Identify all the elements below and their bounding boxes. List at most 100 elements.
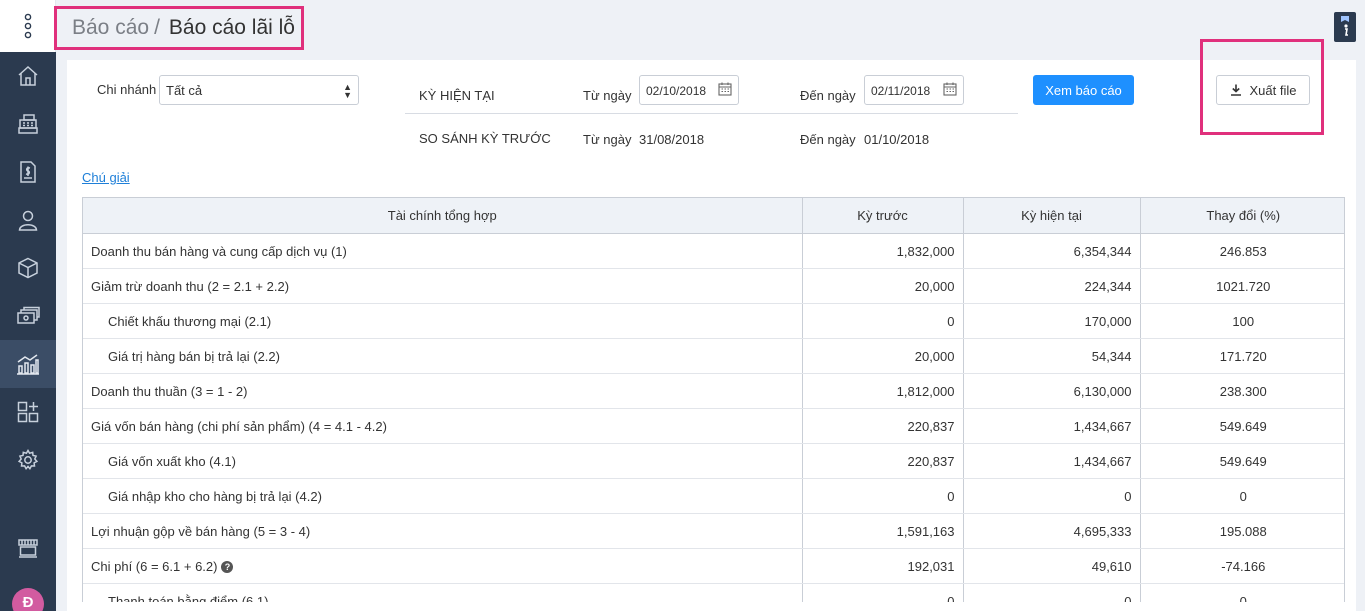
table-row: Giá nhập kho cho hàng bị trả lại (4.2) 0… <box>83 478 1344 514</box>
nav-apps[interactable] <box>0 388 56 436</box>
table-row: Giá vốn bán hàng (chi phí sản phẩm) (4 =… <box>83 408 1344 444</box>
current-to-label: Đến ngày <box>800 88 856 103</box>
prev-value: 0 <box>802 478 964 514</box>
curr-value: 0 <box>963 583 1141 602</box>
change-value: 171.720 <box>1140 338 1344 374</box>
nav-pos[interactable] <box>0 100 56 148</box>
money-icon <box>17 306 40 324</box>
row-label: Doanh thu bán hàng và cung cấp dịch vụ (… <box>83 233 803 269</box>
table-row: Giảm trừ doanh thu (2 = 2.1 + 2.2) 20,00… <box>83 268 1344 304</box>
nav-cashbook[interactable] <box>0 292 56 340</box>
current-to-date-input[interactable]: 02/11/2018 <box>864 75 964 105</box>
home-icon <box>18 65 38 86</box>
branch-select[interactable]: Tất cả ▲ ▼ <box>159 75 359 105</box>
calendar-icon <box>943 82 957 96</box>
row-label: Thanh toán bằng điểm (6.1) <box>83 583 803 602</box>
apps-icon <box>17 401 39 423</box>
table-row: Chiết khấu thương mại (2.1) 0 170,000 10… <box>83 303 1344 339</box>
table-row: Thanh toán bằng điểm (6.1) 0 0 0 <box>83 583 1344 602</box>
column-header: Kỳ trước <box>802 197 964 234</box>
change-value: 0 <box>1140 478 1344 514</box>
prev-value: 1,832,000 <box>802 233 964 269</box>
kebab-menu-button[interactable] <box>0 0 56 52</box>
change-value: 549.649 <box>1140 443 1344 479</box>
curr-value: 49,610 <box>963 548 1141 584</box>
row-label: Giá vốn xuất kho (4.1) <box>83 443 803 479</box>
change-value: 549.649 <box>1140 408 1344 444</box>
row-label: Lợi nhuận gộp về bán hàng (5 = 3 - 4) <box>83 513 803 549</box>
compare-period-label: SO SÁNH KỲ TRƯỚC <box>419 131 551 146</box>
page-title: Báo cáo lãi lỗ <box>168 16 295 39</box>
nav-invoices[interactable] <box>0 148 56 196</box>
current-from-date-input[interactable]: 02/10/2018 <box>639 75 739 105</box>
calendar-icon <box>718 82 732 96</box>
store-icon <box>18 539 38 558</box>
view-report-button[interactable]: Xem báo cáo <box>1033 75 1134 105</box>
profit-loss-table: Tài chính tổng hợp Kỳ trước Kỳ hiện tại … <box>82 197 1345 602</box>
legend-link[interactable]: Chú giải <box>82 170 130 185</box>
compare-from-date: 31/08/2018 <box>639 132 705 147</box>
prev-value: 1,591,163 <box>802 513 964 549</box>
prev-value: 20,000 <box>802 268 964 304</box>
row-label-cell: Chi phí (6 = 6.1 + 6.2)? <box>83 548 803 584</box>
export-file-button[interactable]: Xuất file <box>1216 75 1310 105</box>
change-value: 195.088 <box>1140 513 1344 549</box>
breadcrumb: Báo cáo / Báo cáo lãi lỗ <box>54 6 304 50</box>
gear-icon <box>17 449 39 471</box>
change-value: 0 <box>1140 583 1344 602</box>
question-icon[interactable]: ? <box>221 561 234 574</box>
table-header-row: Tài chính tổng hợp Kỳ trước Kỳ hiện tại … <box>83 197 1344 234</box>
branch-select-value: Tất cả <box>166 83 203 98</box>
download-icon <box>1230 84 1241 96</box>
nav-home[interactable] <box>0 52 56 100</box>
column-header: Tài chính tổng hợp <box>83 197 803 234</box>
change-value: 246.853 <box>1140 233 1344 269</box>
sidebar: Đ <box>0 0 56 611</box>
curr-value: 224,344 <box>963 268 1141 304</box>
invoice-icon <box>20 161 36 183</box>
curr-value: 54,344 <box>963 338 1141 374</box>
curr-value: 6,354,344 <box>963 233 1141 269</box>
curr-value: 4,695,333 <box>963 513 1141 549</box>
table-row: Giá trị hàng bán bị trả lại (2.2) 20,000… <box>83 338 1344 374</box>
nav-settings[interactable] <box>0 436 56 484</box>
row-label: Chi phí (6 = 6.1 + 6.2) <box>91 558 218 574</box>
table-row: Chi phí (6 = 6.1 + 6.2)? 192,031 49,610 … <box>83 548 1344 584</box>
row-label: Giá nhập kho cho hàng bị trả lại (4.2) <box>83 478 803 514</box>
box-icon <box>18 257 38 279</box>
curr-value: 1,434,667 <box>963 443 1141 479</box>
curr-value: 170,000 <box>963 303 1141 339</box>
nav-reports[interactable] <box>0 340 56 388</box>
nav-customers[interactable] <box>0 196 56 244</box>
table-row: Doanh thu thuần (3 = 1 - 2) 1,812,000 6,… <box>83 373 1344 409</box>
kebab-icon <box>24 13 31 39</box>
row-label: Giá trị hàng bán bị trả lại (2.2) <box>83 338 803 374</box>
breadcrumb-parent[interactable]: Báo cáo <box>72 16 149 40</box>
prev-value: 0 <box>802 303 964 339</box>
current-from-label: Từ ngày <box>583 88 632 103</box>
prev-value: 0 <box>802 583 964 602</box>
avatar-letter: Đ <box>22 594 34 611</box>
prev-value: 20,000 <box>802 338 964 374</box>
prev-value: 1,812,000 <box>802 373 964 409</box>
compare-from-label: Từ ngày <box>583 132 632 147</box>
row-label: Chiết khấu thương mại (2.1) <box>83 303 803 339</box>
change-value: 100 <box>1140 303 1344 339</box>
table-row: Doanh thu bán hàng và cung cấp dịch vụ (… <box>83 233 1344 269</box>
avatar[interactable]: Đ <box>12 588 44 611</box>
compare-to-date: 01/10/2018 <box>864 132 930 147</box>
nav-store[interactable] <box>0 524 56 572</box>
nav-products[interactable] <box>0 244 56 292</box>
compare-to-label: Đến ngày <box>800 132 856 147</box>
curr-value: 1,434,667 <box>963 408 1141 444</box>
row-label: Giá vốn bán hàng (chi phí sản phẩm) (4 =… <box>83 408 803 444</box>
prev-value: 220,837 <box>802 408 964 444</box>
user-icon <box>18 210 38 231</box>
current-from-date-value: 02/10/2018 <box>646 84 707 98</box>
info-button[interactable] <box>1334 12 1356 42</box>
cash-register-icon <box>18 114 38 134</box>
select-caret-icon: ▲ ▼ <box>343 82 352 100</box>
change-value: 238.300 <box>1140 373 1344 409</box>
chart-icon <box>17 354 39 375</box>
curr-value: 6,130,000 <box>963 373 1141 409</box>
